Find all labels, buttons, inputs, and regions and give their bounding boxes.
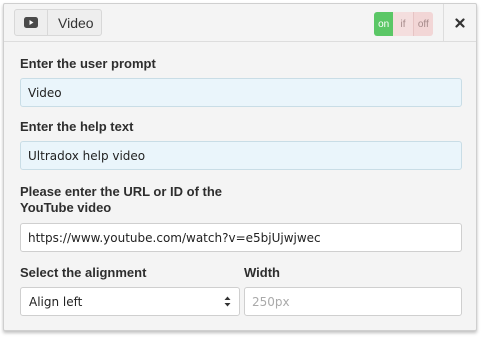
- toggle-on[interactable]: on: [374, 12, 394, 36]
- youtube-url-input[interactable]: https://www.youtube.com/watch?v=e5bjUjwj…: [20, 223, 462, 252]
- user-prompt-input[interactable]: Video: [20, 78, 462, 107]
- select-arrows-icon: [224, 296, 231, 307]
- youtube-icon: [15, 10, 48, 35]
- width-label: Width: [244, 265, 280, 280]
- widget-title-chip: Video: [14, 9, 102, 36]
- width-placeholder: 250px: [252, 294, 290, 309]
- close-icon: [455, 17, 465, 28]
- help-text-input[interactable]: Ultradox help video: [20, 141, 462, 170]
- help-text-label: Enter the help text: [20, 119, 134, 134]
- panel-header: Video on if off: [4, 4, 476, 42]
- toggle-off[interactable]: off: [412, 12, 433, 36]
- alignment-select[interactable]: Align left: [20, 287, 240, 316]
- alignment-selected-value: Align left: [29, 294, 83, 309]
- widget-title: Video: [58, 14, 94, 31]
- alignment-label: Select the alignment: [20, 265, 147, 280]
- user-prompt-label: Enter the user prompt: [20, 56, 156, 71]
- on-if-off-toggle: on if off: [374, 12, 433, 36]
- url-label-line2: YouTube video: [20, 200, 112, 215]
- video-widget-panel: Video on if off Enter the user prompt Vi…: [3, 3, 477, 331]
- close-button[interactable]: [443, 4, 476, 41]
- url-label-line1: Please enter the URL or ID of the: [20, 184, 223, 199]
- width-input[interactable]: 250px: [244, 287, 462, 316]
- toggle-if[interactable]: if: [393, 12, 413, 36]
